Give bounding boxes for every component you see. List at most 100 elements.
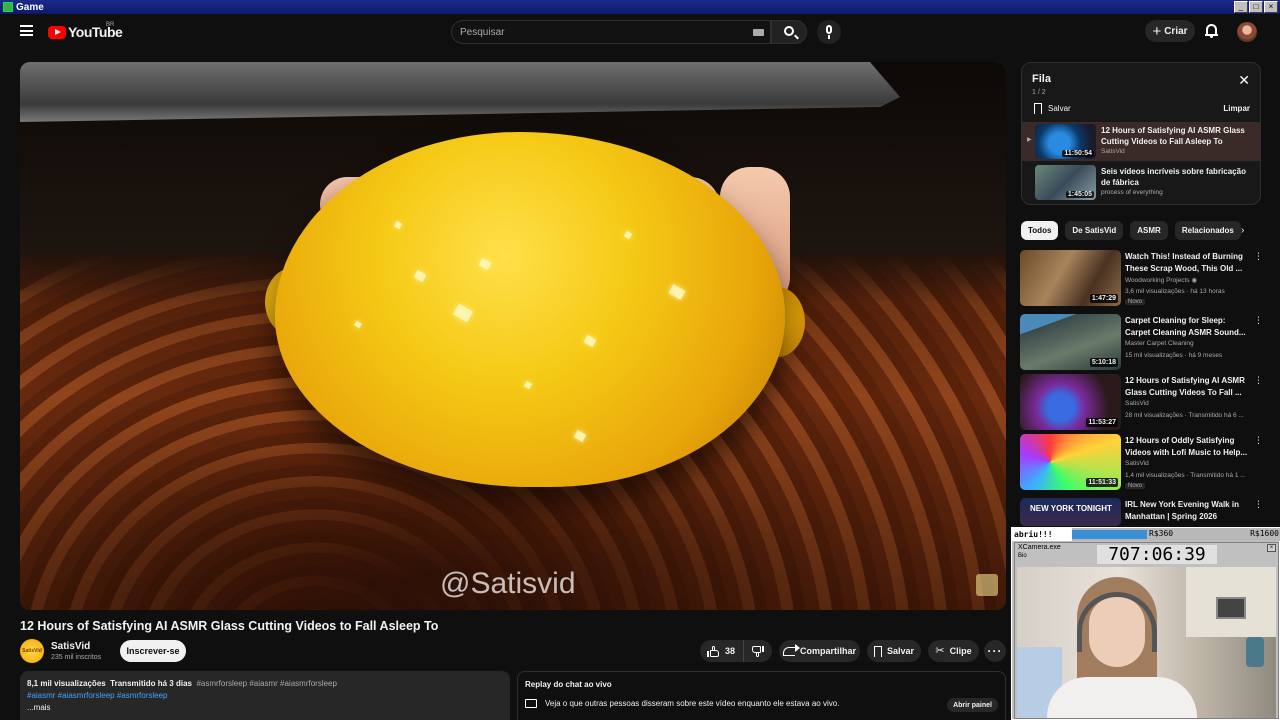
chip-all[interactable]: Todos [1021,221,1059,240]
close-icon[interactable]: ✕ [1238,73,1250,87]
recommendation-channel[interactable]: Master Carpet Cleaning [1125,340,1194,347]
webcam-feed [1017,567,1276,718]
thumbs-up-icon [707,645,719,657]
search-input[interactable] [460,21,750,43]
recommendation-channel[interactable]: SatisVid [1125,400,1149,407]
app-icon [3,2,13,12]
create-button[interactable]: + Criar [1145,20,1195,42]
region-code: BR [106,22,115,28]
video-title: 12 Hours of Satisfying AI ASMR Glass Cut… [20,619,439,633]
avatar[interactable] [1237,22,1257,42]
more-actions-button[interactable]: ··· [984,640,1006,662]
queue-item-channel: SatisVid [1101,148,1125,155]
recommendation-item[interactable]: 1:47:29 Watch This! Instead of Burning T… [1020,250,1265,308]
recommendation-item[interactable]: NEW YORK TONIGHT IRL New York Evening Wa… [1020,498,1265,526]
description-box[interactable]: 8,1 mil visualizações Transmitido há 3 d… [20,671,510,720]
share-label: Compartilhar [799,646,856,656]
stream-overlay: abriu!!! R$360 R$1600 XCamera.exe Bio × … [1011,527,1280,720]
channel-name[interactable]: SatisVid [51,641,90,652]
video-player[interactable]: @Satisvid [20,62,1006,610]
more-vert-icon[interactable]: ⋮ [1254,436,1263,445]
video-thumbnail: 1:47:29 [1020,250,1121,306]
recommendation-item[interactable]: 11:53:27 12 Hours of Satisfying AI ASMR … [1020,374,1265,432]
recommendation-item[interactable]: 11:51:33 12 Hours of Oddly Satisfying Vi… [1020,434,1265,492]
recommendation-title: Carpet Cleaning for Sleep: Carpet Cleani… [1125,316,1246,337]
goal-progress-fill [1072,530,1147,539]
queue-thumbnail: 1:45:05 [1035,165,1096,200]
more-vert-icon[interactable]: ⋮ [1254,316,1263,325]
save-label: Salvar [886,646,915,656]
queue-save-button[interactable]: Salvar [1034,103,1071,115]
voice-search-button[interactable] [817,20,841,44]
chat-replay-title: Replay do chat ao vivo [525,680,612,689]
masthead: YouTube BR + Criar [0,14,1280,50]
chip-from-channel[interactable]: De SatisVid [1065,221,1124,240]
save-button[interactable]: Salvar [867,640,921,662]
recommendation-title: IRL New York Evening Walk in Manhattan |… [1125,500,1239,521]
menu-icon[interactable] [20,25,33,36]
camera-window: XCamera.exe Bio × 707:06:39 [1014,542,1279,719]
search-button[interactable] [771,20,807,44]
maximize-button[interactable]: □ [1249,1,1263,13]
video-thumbnail: 11:51:33 [1020,434,1121,490]
new-badge: Novo [1125,483,1146,489]
window-titlebar: Game _ □ × [0,0,1280,14]
new-badge: Novo [1125,299,1146,305]
recommendation-meta: 3,6 mil visualizações · há 13 horas [1125,288,1225,295]
minimize-button[interactable]: _ [1234,1,1248,13]
more-vert-icon[interactable]: ⋮ [1254,252,1263,261]
bookmark-icon [1034,103,1042,115]
close-icon[interactable]: × [1267,544,1276,552]
duration-badge: 1:45:05 [1065,191,1094,198]
recommendation-title: 12 Hours of Satisfying AI ASMR Glass Cut… [1125,376,1245,397]
stream-timer: 707:06:39 [1097,545,1217,564]
recommendation-channel[interactable]: Woodworking Projects ◉ [1125,276,1197,284]
more-link[interactable]: ...mais [27,702,503,714]
queue-title: Fila [1032,73,1051,85]
bookmark-icon [873,645,882,658]
recommendation-channel[interactable]: SatisVid [1125,460,1149,467]
bell-icon[interactable] [1205,24,1218,38]
chip-asmr[interactable]: ASMR [1130,221,1168,240]
channel-avatar[interactable]: SatisVid [20,639,44,663]
chat-replay-text: Veja o que outras pessoas disseram sobre… [545,699,840,708]
dislike-button[interactable] [744,645,772,657]
duration-badge: 11:53:27 [1086,418,1118,427]
like-button[interactable]: 38 [700,640,744,662]
create-label: Criar [1164,25,1188,37]
more-vert-icon[interactable]: ⋮ [1254,500,1263,509]
close-window-button[interactable]: × [1264,1,1278,13]
like-count: 38 [725,646,736,656]
recommendation-item[interactable]: 5:10:18 Carpet Cleaning for Sleep: Carpe… [1020,314,1265,372]
keyboard-icon[interactable] [753,29,764,36]
clip-label: Clipe [949,646,972,656]
subscribe-button[interactable]: Inscrever-se [120,640,186,662]
share-button[interactable]: Compartilhar [779,640,860,662]
queue-item-title: Seis vídeos incríveis sobre fabricação d… [1101,167,1246,187]
stream-date: Transmitido há 3 dias [110,679,192,688]
queue-clear-button[interactable]: Limpar [1223,104,1250,113]
queue-save-label: Salvar [1048,104,1071,113]
more-vert-icon[interactable]: ⋮ [1254,376,1263,385]
goal-value-mid: R$360 [1149,529,1174,538]
search-box [451,20,771,44]
video-watermark: @Satisvid [440,567,576,600]
channel-branding-icon[interactable] [976,574,998,596]
chevron-right-icon[interactable]: › [1241,225,1244,236]
like-dislike-group: 38 [700,640,772,662]
open-chat-panel-button[interactable]: Abrir painel [947,698,998,712]
camera-window-subtitle: Bio [1018,553,1027,559]
subscriber-count: 235 mil inscritos [51,654,102,661]
queue-count: 1 / 2 [1032,89,1046,96]
clip-button[interactable]: ✂ Clipe [928,640,979,662]
hashtags-inline[interactable]: #asmrforsleep #aiasmr #aiasmrforsleep [196,679,337,688]
youtube-play-icon [48,25,66,39]
chip-related[interactable]: Relacionados [1174,221,1241,240]
queue-item[interactable]: 1:45:05 Seis vídeos incríveis sobre fabr… [1022,163,1260,202]
now-playing-icon: ▶ [1027,137,1032,143]
hashtags[interactable]: #aiasmr #aiasmrforsleep #asmrforsleep [27,690,503,702]
queue-panel: Fila 1 / 2 ✕ Salvar Limpar ▶ 11:50:54 12… [1021,62,1261,205]
queue-thumbnail: 11:50:54 [1035,124,1096,159]
queue-item[interactable]: ▶ 11:50:54 12 Hours of Satisfying AI ASM… [1022,122,1260,161]
video-thumbnail: 11:53:27 [1020,374,1121,430]
